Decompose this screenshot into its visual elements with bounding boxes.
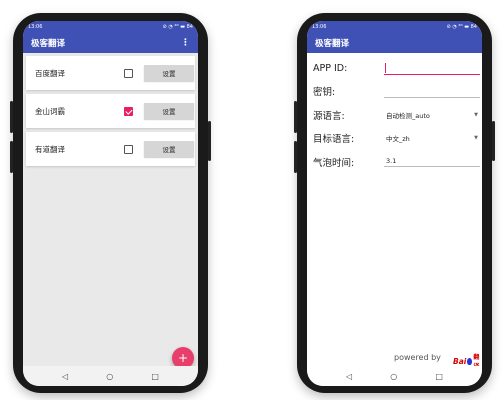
target-language-select[interactable]: 中文_zh ▼ bbox=[386, 132, 480, 144]
volume-up-button bbox=[10, 101, 13, 133]
home-icon[interactable]: ○ bbox=[390, 372, 397, 381]
key-label: 密钥: bbox=[313, 87, 336, 98]
back-icon[interactable]: ◁ bbox=[346, 372, 352, 381]
source-language-label: 源语言: bbox=[313, 111, 345, 122]
back-icon[interactable]: ◁ bbox=[62, 372, 68, 381]
status-icons: ⊘ ◔ ⁴ᴳ ▬ 84 bbox=[162, 23, 193, 30]
baidu-paw-icon bbox=[467, 357, 473, 365]
volume-up-button bbox=[294, 101, 297, 133]
translator-label: 百度翻译 bbox=[35, 68, 65, 78]
target-language-row: 目标语言: 中文_zh ▼ bbox=[313, 131, 480, 145]
navigation-bar: ◁ ○ □ bbox=[307, 366, 482, 386]
translator-card-jinshan: 金山词霸 设置 bbox=[26, 94, 195, 128]
enable-checkbox[interactable] bbox=[124, 144, 133, 154]
recent-apps-icon[interactable]: □ bbox=[151, 372, 159, 381]
status-time: 13:06 bbox=[312, 23, 327, 30]
translator-card-baidu: 百度翻译 设置 bbox=[26, 56, 195, 90]
app-id-label: APP ID: bbox=[313, 63, 348, 74]
app-bar: 极客翻译 ⋮ bbox=[23, 32, 198, 53]
enable-checkbox[interactable] bbox=[124, 68, 133, 78]
translator-card-youdao: 有道翻译 设置 bbox=[26, 132, 195, 166]
settings-button[interactable]: 设置 bbox=[144, 103, 194, 119]
overflow-menu-icon[interactable]: ⋮ bbox=[181, 38, 190, 48]
navigation-bar: ◁ ○ □ bbox=[23, 366, 198, 386]
powered-by-text: powered by bbox=[394, 353, 441, 362]
baidu-logo-text: Bai bbox=[453, 356, 467, 366]
target-language-label: 目标语言: bbox=[313, 134, 355, 145]
power-button bbox=[208, 121, 211, 161]
source-language-select[interactable]: 自动检测_auto ▼ bbox=[386, 109, 480, 121]
dropdown-arrow-icon: ▼ bbox=[474, 135, 478, 141]
target-language-value: 中文_zh bbox=[386, 135, 410, 143]
stage: 13:06 ⊘ ◔ ⁴ᴳ ▬ 84 极客翻译 ⋮ 百度翻译 设置 金山词霸 设置 bbox=[0, 0, 503, 400]
key-input[interactable] bbox=[384, 86, 480, 98]
source-language-value: 自动检测_auto bbox=[386, 112, 430, 120]
translator-list: 百度翻译 设置 金山词霸 设置 有道翻译 设置 + bbox=[23, 53, 198, 369]
bubble-time-row: 气泡时间: 3.1 bbox=[313, 155, 480, 169]
dropdown-arrow-icon: ▼ bbox=[474, 112, 478, 118]
home-icon[interactable]: ○ bbox=[106, 372, 113, 381]
settings-button[interactable]: 设置 bbox=[144, 65, 194, 81]
bubble-time-label: 气泡时间: bbox=[313, 158, 355, 169]
left-phone: 13:06 ⊘ ◔ ⁴ᴳ ▬ 84 极客翻译 ⋮ 百度翻译 设置 金山词霸 设置 bbox=[10, 13, 211, 393]
app-bar: 极客翻译 bbox=[307, 32, 482, 53]
right-phone: 13:06 ⊘ ◔ ⁴ᴳ ▬ 84 极客翻译 APP ID: 密钥: 源语言: … bbox=[294, 13, 495, 393]
translator-label: 金山词霸 bbox=[35, 106, 65, 116]
status-bar: 13:06 ⊘ ◔ ⁴ᴳ ▬ 84 bbox=[23, 21, 198, 32]
app-title: 极客翻译 bbox=[31, 38, 66, 49]
source-language-row: 源语言: 自动检测_auto ▼ bbox=[313, 108, 480, 122]
enable-checkbox[interactable] bbox=[124, 106, 133, 116]
status-time: 13:06 bbox=[28, 23, 43, 30]
volume-down-button bbox=[294, 141, 297, 173]
settings-form: APP ID: 密钥: 源语言: 自动检测_auto ▼ 目标语言: 中文_zh… bbox=[307, 53, 482, 370]
bubble-time-input[interactable]: 3.1 bbox=[384, 155, 480, 167]
status-icons: ⊘ ◔ ⁴ᴳ ▬ 84 bbox=[446, 23, 477, 30]
translator-label: 有道翻译 bbox=[35, 144, 65, 154]
settings-button[interactable]: 设置 bbox=[144, 141, 194, 157]
left-screen: 13:06 ⊘ ◔ ⁴ᴳ ▬ 84 极客翻译 ⋮ 百度翻译 设置 金山词霸 设置 bbox=[23, 21, 198, 386]
volume-down-button bbox=[10, 141, 13, 173]
recent-apps-icon[interactable]: □ bbox=[435, 372, 443, 381]
bubble-time-value: 3.1 bbox=[386, 157, 397, 165]
key-row: 密钥: bbox=[313, 84, 480, 98]
app-id-row: APP ID: bbox=[313, 63, 480, 75]
app-title: 极客翻译 bbox=[315, 38, 350, 49]
status-bar: 13:06 ⊘ ◔ ⁴ᴳ ▬ 84 bbox=[307, 21, 482, 32]
right-screen: 13:06 ⊘ ◔ ⁴ᴳ ▬ 84 极客翻译 APP ID: 密钥: 源语言: … bbox=[307, 21, 482, 386]
power-button bbox=[492, 121, 495, 161]
app-id-input[interactable] bbox=[384, 63, 480, 75]
